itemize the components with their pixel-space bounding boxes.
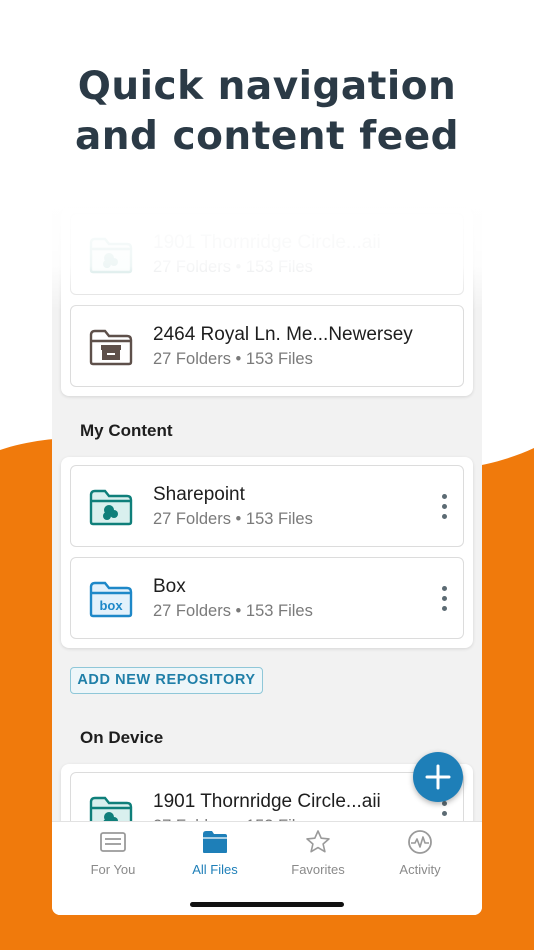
more-options-icon[interactable] (439, 494, 449, 520)
section-label-on-device: On Device (80, 728, 164, 747)
repository-subtitle: 27 Folders • 153 Files (153, 510, 313, 528)
folder-icon (203, 831, 227, 853)
more-options-icon[interactable] (439, 586, 449, 612)
tab-favorites[interactable]: Favorites (273, 828, 363, 882)
section-label-my-content: My Content (80, 421, 173, 440)
repository-card-box[interactable]: box Box 27 Folders • 153 Files (70, 557, 464, 639)
box-logo-text: box (99, 598, 123, 613)
plus-icon (425, 764, 451, 790)
repository-title: Sharepoint (153, 484, 245, 505)
recent-card-subtitle: 27 Folders • 153 Files (153, 350, 313, 368)
tab-label: For You (90, 862, 136, 877)
recent-card-title: 1901 Thornridge Circle...aii (153, 232, 381, 253)
repository-card-sharepoint[interactable]: Sharepoint 27 Folders • 153 Files (70, 465, 464, 547)
box-folder-icon: box (89, 581, 133, 618)
bottom-tab-bar: For You All Files Favorites Activity (52, 821, 482, 915)
recent-card[interactable]: 1901 Thornridge Circle...aii 27 Folders … (70, 213, 464, 295)
recent-card-subtitle: 27 Folders • 153 Files (153, 258, 313, 276)
repository-title: Box (153, 576, 186, 597)
home-indicator (190, 902, 344, 907)
headline-line-1: Quick navigation (77, 64, 457, 109)
tab-activity[interactable]: Activity (375, 828, 465, 882)
sharepoint-folder-icon (89, 237, 133, 274)
device-card-title: 1901 Thornridge Circle...aii (153, 791, 381, 812)
my-content-group: Sharepoint 27 Folders • 153 Files box Bo… (61, 457, 473, 648)
repository-subtitle: 27 Folders • 153 Files (153, 602, 313, 620)
tab-all-files[interactable]: All Files (170, 828, 260, 882)
activity-icon (408, 830, 432, 854)
phone-screen: 1901 Thornridge Circle...aii 27 Folders … (52, 200, 482, 915)
archive-folder-icon (89, 329, 133, 366)
sharepoint-folder-icon (89, 489, 133, 526)
recent-group: 1901 Thornridge Circle...aii 27 Folders … (61, 208, 473, 396)
star-icon (306, 830, 330, 853)
recent-card[interactable]: 2464 Royal Ln. Me...Newersey 27 Folders … (70, 305, 464, 387)
tab-label: All Files (192, 862, 238, 877)
add-fab-button[interactable] (413, 752, 463, 802)
headline: Quick navigation and content feed (0, 62, 534, 162)
add-new-repository-button[interactable]: ADD NEW REPOSITORY (70, 667, 263, 694)
tab-label: Activity (399, 862, 441, 877)
tab-label: Favorites (291, 862, 345, 877)
recent-card-title: 2464 Royal Ln. Me...Newersey (153, 324, 413, 345)
tab-for-you[interactable]: For You (68, 828, 158, 882)
feed-icon (100, 832, 126, 852)
headline-line-2: and content feed (74, 114, 460, 159)
